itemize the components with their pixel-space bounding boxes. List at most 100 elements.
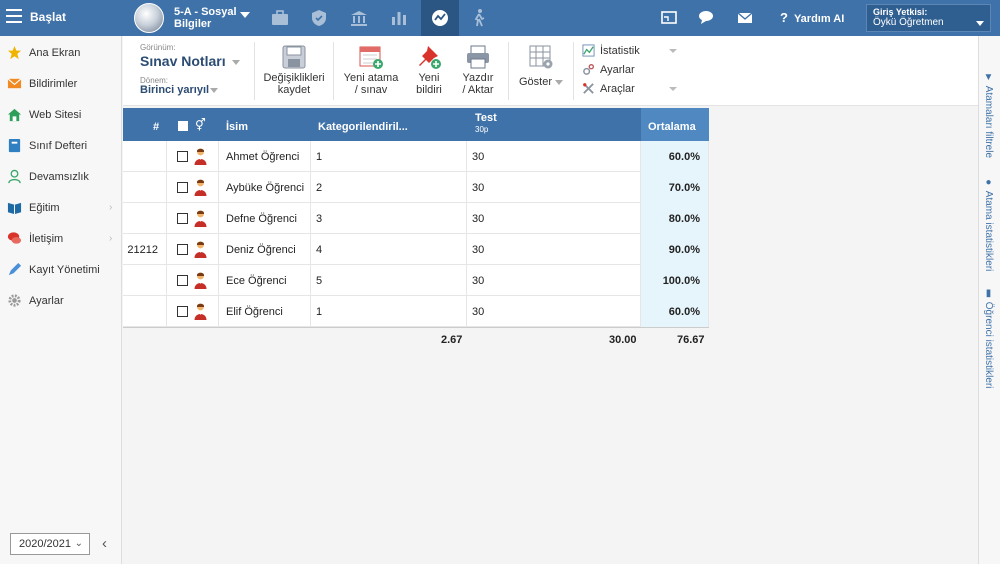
row-checkbox[interactable] [177,213,188,224]
sidebar-item-website[interactable]: Web Sitesi [0,101,122,129]
cell-category[interactable]: 1 [311,141,467,172]
column-category[interactable]: Kategorilendiril... [318,121,408,133]
select-all-checkbox[interactable] [178,121,188,131]
print-export-button[interactable]: Yazdır / Aktar [457,44,499,96]
sidebar-item-label: Bildirimler [29,78,78,90]
sidebar-item-settings[interactable]: Ayarlar [0,287,122,315]
cell-category[interactable]: 3 [311,203,467,234]
gender-icon[interactable]: ⚥ [195,118,206,132]
class-dropdown-icon[interactable] [240,12,250,18]
row-checkbox[interactable] [177,306,188,317]
table-row[interactable]: Ece Öğrenci 5 30 100.0% [123,265,709,296]
column-name[interactable]: İsim [226,121,248,133]
show-button[interactable]: Göster [516,44,566,88]
cell-test[interactable]: 30 [467,296,641,327]
save-changes-button[interactable]: Değişiklikleri kaydet [262,44,326,96]
cell-test[interactable]: 30 [467,265,641,296]
sidebar-item-label: Eğitim [29,202,60,214]
cast-icon[interactable] [660,9,678,27]
institution-icon[interactable] [349,8,369,28]
house-icon [7,108,22,122]
column-number[interactable]: # [153,121,159,133]
column-average[interactable]: Ortalama [641,108,709,141]
cell-name[interactable]: Ece Öğrenci [219,265,311,296]
cell-name[interactable]: Ahmet Öğrenci [219,141,311,172]
help-button[interactable]: ? Yardım AI [780,10,844,25]
collapse-sidebar-icon[interactable]: ‹ [102,535,107,552]
walking-icon[interactable] [469,8,489,28]
row-checkbox[interactable] [177,182,188,193]
menu-label: Ayarlar [600,64,635,76]
assignment-stats-link[interactable]: ● Atama istatistikleri [983,177,994,271]
cell-select[interactable] [167,203,219,234]
settings-menu[interactable]: Ayarlar [582,61,682,80]
cell-category[interactable]: 2 [311,172,467,203]
sidebar-item-label: Ayarlar [29,295,64,307]
sidebar-item-communication[interactable]: İletişim › [0,225,122,253]
new-assignment-button[interactable]: Yeni atama / sınav [341,44,401,96]
cell-category[interactable]: 1 [311,296,467,327]
row-checkbox[interactable] [177,244,188,255]
sidebar-item-notifications[interactable]: Bildirimler [0,70,122,98]
table-row[interactable]: Defne Öğrenci 3 30 80.0% [123,203,709,234]
cell-name[interactable]: Defne Öğrenci [219,203,311,234]
briefcase-icon[interactable] [270,8,290,28]
cell-test[interactable]: 30 [467,172,641,203]
table-row[interactable]: Ahmet Öğrenci 1 30 60.0% [123,141,709,172]
cell-select[interactable] [167,296,219,327]
cell-name[interactable]: Elif Öğrenci [219,296,311,327]
term-selector[interactable]: Birinci yarıyıl [140,84,209,96]
year-select[interactable]: 2020/2021 ⌄ [10,533,90,555]
cell-select[interactable] [167,265,219,296]
cell-select[interactable] [167,141,219,172]
table-row[interactable]: 21212 Deniz Öğrenci 4 30 90.0% [123,234,709,265]
cell-average: 70.0% [641,172,709,203]
sidebar-item-registration[interactable]: Kayıt Yönetimi [0,256,122,284]
cell-category[interactable]: 5 [311,265,467,296]
class-selector[interactable]: 5-A - Sosyal Bilgiler [174,6,237,30]
cell-select[interactable] [167,234,219,265]
table-row[interactable]: Aybüke Öğrenci 2 30 70.0% [123,172,709,203]
cell-test[interactable]: 30 [467,203,641,234]
filter-assignments-link[interactable]: ▼ Atamaları filtrele [983,72,994,158]
row-checkbox[interactable] [177,275,188,286]
student-stats-link[interactable]: ▮ Öğrenci istatistikleri [983,288,994,388]
table-header: # ⚥ İsim Kategorilendiril... Test 30p Or… [123,108,709,141]
shield-icon[interactable] [309,8,329,28]
sidebar: Ana Ekran Bildirimler Web Sitesi Sınıf D… [0,36,122,564]
cell-test[interactable]: 30 [467,234,641,265]
column-test[interactable]: Test 30p [475,113,497,135]
new-notice-button[interactable]: Yeni bildiri [406,44,452,96]
chart-icon: ▮ [983,288,994,302]
cell-average: 60.0% [641,141,709,172]
chevron-down-icon [669,87,677,91]
cell-name[interactable]: Deniz Öğrenci [219,234,311,265]
statistics-menu[interactable]: İstatistik [582,42,682,61]
tools-menu[interactable]: Araçlar [582,80,682,99]
sidebar-item-education[interactable]: Eğitim › [0,194,122,222]
row-checkbox[interactable] [177,151,188,162]
gradebook-icon[interactable] [430,8,450,28]
view-selector[interactable]: Sınav Notları [140,53,226,69]
bar-chart-icon[interactable] [389,8,409,28]
chevron-down-icon[interactable] [232,60,240,65]
table-row[interactable]: Elif Öğrenci 1 30 60.0% [123,296,709,327]
book-icon [7,202,22,215]
mail-icon[interactable] [736,9,754,27]
login-selector[interactable]: Giriş Yetkisi: Öykü Öğretmen [866,4,991,32]
chat-icon[interactable] [698,9,716,27]
cell-test[interactable]: 30 [467,141,641,172]
cell-name[interactable]: Aybüke Öğrenci [219,172,311,203]
hamburger-menu-icon[interactable] [6,9,22,23]
sidebar-item-home[interactable]: Ana Ekran [0,39,122,67]
sidebar-item-attendance[interactable]: Devamsızlık [0,163,122,191]
start-label[interactable]: Başlat [30,10,66,24]
cell-category[interactable]: 4 [311,234,467,265]
toolbar-menu: İstatistik Ayarlar Araçlar [582,42,682,99]
class-logo[interactable] [134,3,164,33]
sidebar-item-class-book[interactable]: Sınıf Defteri [0,132,122,160]
chevron-right-icon: › [109,202,113,213]
chevron-down-icon[interactable] [210,88,218,93]
cell-select[interactable] [167,172,219,203]
star-icon [7,45,22,60]
